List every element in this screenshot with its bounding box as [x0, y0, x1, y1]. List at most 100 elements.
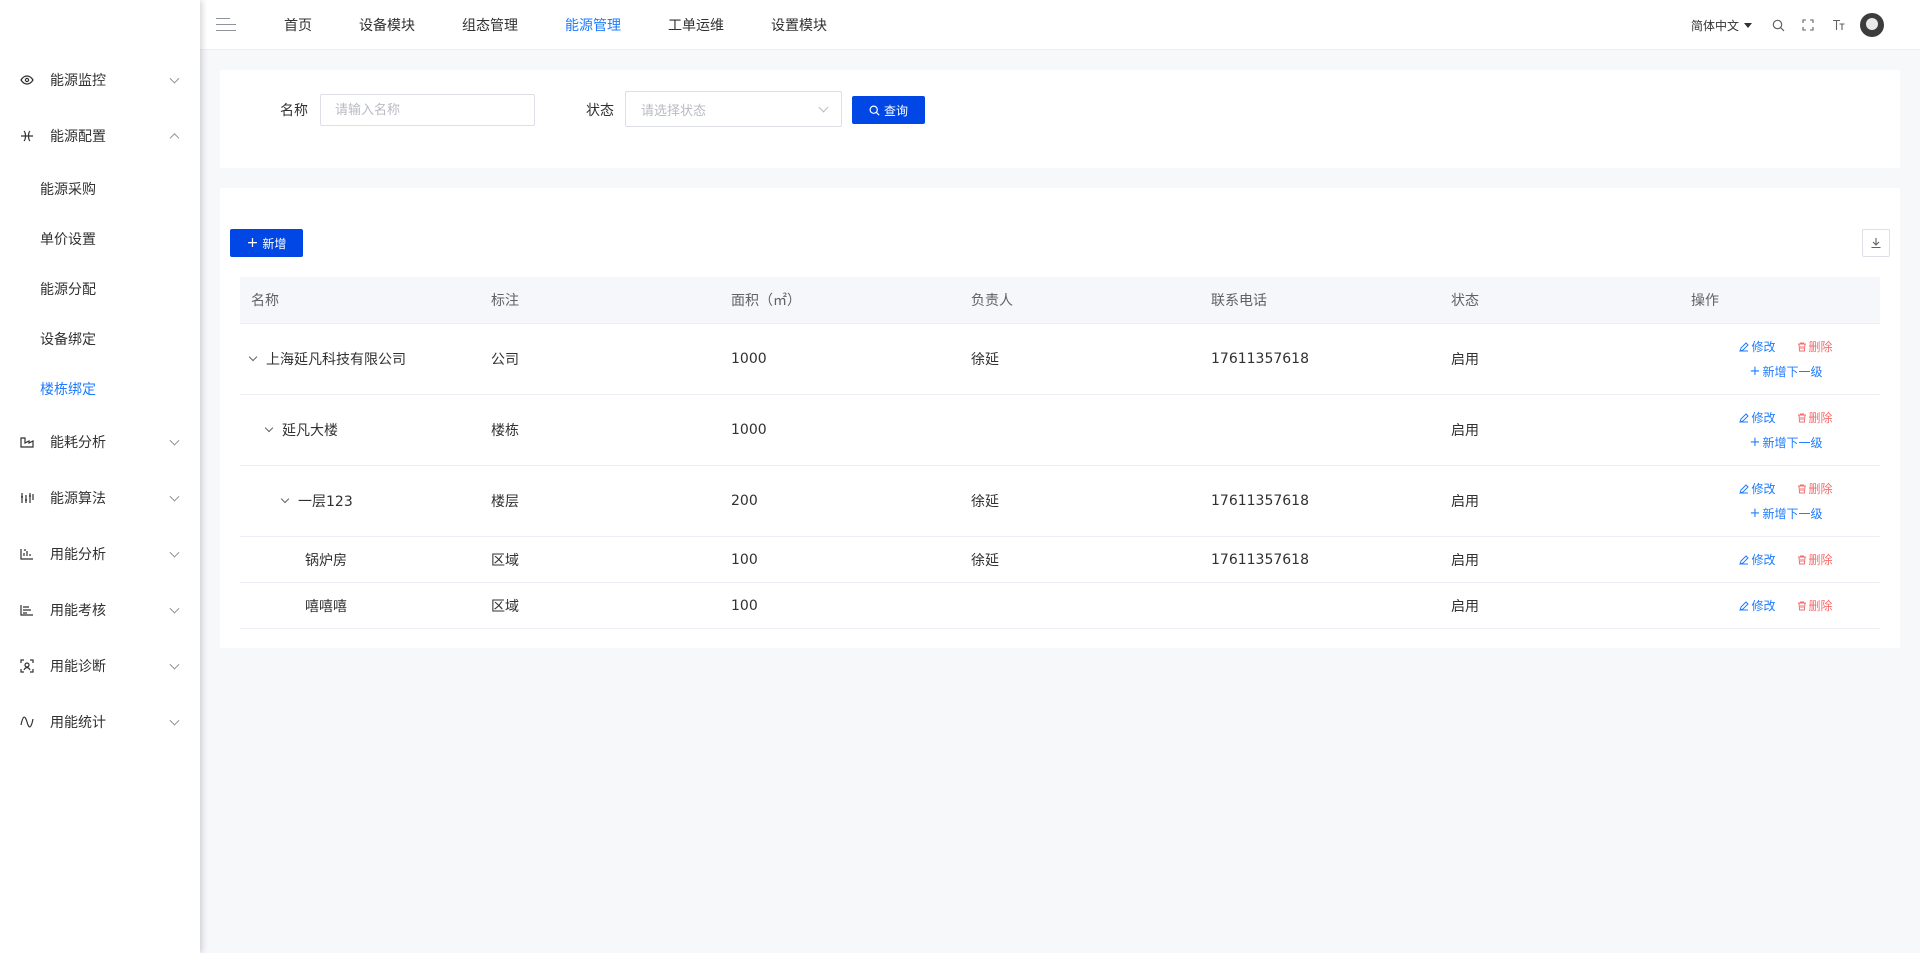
top-nav-menu: 首页 设备模块 组态管理 能源管理 工单运维 设置模块 — [284, 15, 874, 35]
row-area: 100 — [731, 597, 758, 614]
row-tag: 区域 — [491, 552, 519, 569]
plus-icon: + — [246, 235, 259, 251]
sidebar-subitem-3[interactable]: 能源分配 — [0, 264, 200, 314]
edit-link[interactable]: 修改 — [1739, 338, 1776, 355]
row-name-cell: 嘻嘻嘻 — [240, 596, 480, 616]
delete-link[interactable]: 删除 — [1797, 551, 1833, 568]
edit-link[interactable]: 修改 — [1739, 409, 1776, 426]
top-nav-item-2[interactable]: 设备模块 — [359, 15, 415, 35]
chevron-down-icon — [818, 102, 829, 113]
add-button[interactable]: + 新增 — [230, 229, 303, 257]
delete-link[interactable]: 删除 — [1797, 409, 1833, 426]
row-status: 启用 — [1451, 352, 1479, 368]
sidebar-group: 用能考核 — [0, 582, 200, 638]
sidebar-group-label: 用能统计 — [50, 715, 106, 731]
row-owner: 徐延 — [971, 494, 999, 510]
query-button-label: 查询 — [883, 103, 908, 118]
row-actions: 修改 删除 + 新增下一级 — [1680, 338, 1880, 380]
edit-icon — [1739, 412, 1750, 423]
delete-link[interactable]: 删除 — [1797, 597, 1833, 614]
top-nav-item-4[interactable]: 能源管理 — [565, 15, 621, 35]
chevron-down-icon — [169, 491, 180, 502]
row-name: 一层123 — [298, 494, 353, 510]
language-select[interactable]: 简体中文 — [1691, 17, 1752, 34]
table-panel: + 新增 名称 标注 面积（㎡） 负责人 联系电话 状态 操作 上海延凡科技有限公司 公司 10… — [220, 188, 1900, 648]
chevron-down-icon — [169, 603, 180, 614]
row-name-cell: 上海延凡科技有限公司 — [240, 349, 480, 369]
sidebar-subitem-4[interactable]: 设备绑定 — [0, 314, 200, 364]
expand-toggle-icon[interactable] — [264, 423, 274, 433]
row-actions: 修改 删除 + 新增下一级 — [1680, 409, 1880, 451]
sidebar-group-label: 用能诊断 — [50, 659, 106, 675]
delete-link[interactable]: 删除 — [1797, 338, 1833, 355]
add-child-link[interactable]: + 新增下一级 — [1750, 505, 1823, 522]
chevron-up-icon — [169, 133, 180, 144]
sidebar-subitem-5[interactable]: 楼栋绑定 — [0, 364, 200, 414]
sidebar-group-6[interactable]: 用能考核 — [0, 582, 200, 638]
expand-toggle-icon[interactable] — [248, 352, 258, 362]
chevron-down-icon — [169, 73, 180, 84]
delete-label: 删除 — [1808, 599, 1833, 613]
status-select[interactable]: 请选择状态 — [625, 91, 842, 127]
table-header: 名称 标注 面积（㎡） 负责人 联系电话 状态 操作 — [240, 277, 1880, 324]
sidebar-subitem-1[interactable]: 能源采购 — [0, 164, 200, 214]
plus-icon: + — [1749, 506, 1761, 521]
top-nav-item-6[interactable]: 设置模块 — [771, 15, 827, 35]
row-tag: 楼栋 — [491, 423, 519, 439]
expand-toggle-icon[interactable] — [280, 494, 290, 504]
sidebar-group-1[interactable]: 能源监控 — [0, 52, 200, 108]
sidebar-group-label: 用能考核 — [50, 603, 106, 619]
edit-link[interactable]: 修改 — [1739, 597, 1776, 614]
row-name: 延凡大楼 — [282, 423, 338, 439]
search-icon[interactable] — [1770, 17, 1786, 33]
plus-icon: + — [1749, 364, 1761, 379]
query-button[interactable]: 查询 — [852, 96, 925, 124]
sidebar-subitem-2[interactable]: 单价设置 — [0, 214, 200, 264]
delete-link[interactable]: 删除 — [1797, 480, 1833, 497]
download-button[interactable] — [1862, 229, 1890, 257]
trash-icon — [1797, 484, 1807, 494]
add-child-link[interactable]: + 新增下一级 — [1750, 363, 1823, 380]
font-size-icon[interactable] — [1830, 17, 1846, 33]
edit-link[interactable]: 修改 — [1739, 480, 1776, 497]
add-child-label: 新增下一级 — [1762, 507, 1823, 521]
eye-icon — [20, 73, 34, 87]
add-child-label: 新增下一级 — [1762, 365, 1823, 379]
sidebar-group-3[interactable]: 能耗分析 — [0, 414, 200, 470]
top-nav-item-3[interactable]: 组态管理 — [462, 15, 518, 35]
trash-icon — [1797, 555, 1807, 565]
edit-label: 修改 — [1751, 599, 1776, 613]
top-nav-item-5[interactable]: 工单运维 — [668, 15, 724, 35]
chevron-down-icon — [169, 659, 180, 670]
sidebar-group-4[interactable]: 能源算法 — [0, 470, 200, 526]
user-avatar[interactable] — [1860, 13, 1884, 37]
menu-toggle-icon[interactable] — [216, 17, 236, 32]
add-child-link[interactable]: + 新增下一级 — [1750, 434, 1823, 451]
row-phone: 17611357618 — [1211, 351, 1309, 367]
edit-icon — [1739, 483, 1750, 494]
row-area: 100 — [731, 551, 758, 568]
sidebar-group: 用能统计 — [0, 694, 200, 750]
sidebar-group-8[interactable]: 用能统计 — [0, 694, 200, 750]
sidebar-group-5[interactable]: 用能分析 — [0, 526, 200, 582]
chevron-down-icon — [169, 715, 180, 726]
delete-label: 删除 — [1808, 340, 1833, 354]
edit-icon — [1739, 554, 1750, 565]
row-tag: 区域 — [491, 598, 519, 615]
name-input[interactable] — [320, 94, 535, 126]
chevron-down-icon — [169, 435, 180, 446]
sidebar-group: 能源配置 能源采购 单价设置 能源分配 设备绑定 楼栋绑定 — [0, 108, 200, 414]
edit-link[interactable]: 修改 — [1739, 551, 1776, 568]
sidebar-group: 用能分析 — [0, 526, 200, 582]
column-header-2: 标注 — [491, 293, 519, 309]
sidebar-group: 能源算法 — [0, 470, 200, 526]
sidebar-group-2[interactable]: 能源配置 — [0, 108, 200, 164]
edit-icon — [1739, 600, 1750, 611]
row-tag: 楼层 — [491, 494, 519, 510]
row-name-cell: 锅炉房 — [240, 550, 480, 570]
analysis-icon — [20, 547, 34, 561]
fullscreen-icon[interactable] — [1800, 17, 1816, 33]
sidebar-group-7[interactable]: 用能诊断 — [0, 638, 200, 694]
top-nav-item-1[interactable]: 首页 — [284, 15, 312, 35]
name-label: 名称 — [280, 103, 308, 119]
